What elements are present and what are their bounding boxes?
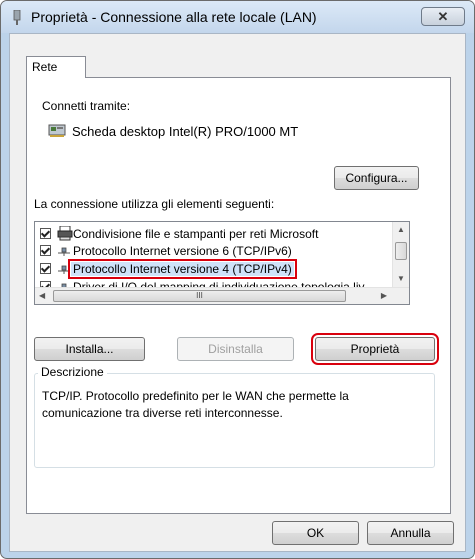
scroll-up-icon[interactable]: ▲ bbox=[397, 225, 405, 234]
window-title: Proprietà - Connessione alla rete locale… bbox=[31, 9, 317, 25]
network-card-icon bbox=[48, 124, 66, 137]
list-item-label: Protocollo Internet versione 6 (TCP/IPv6… bbox=[73, 244, 292, 258]
scroll-right-icon[interactable]: ▶ bbox=[381, 291, 387, 300]
scroll-down-icon[interactable]: ▼ bbox=[397, 274, 405, 283]
properties-dialog: Proprietà - Connessione alla rete locale… bbox=[0, 0, 475, 559]
network-adapter-icon bbox=[13, 10, 21, 25]
components-list[interactable]: Condivisione file e stampanti per reti M… bbox=[34, 221, 410, 305]
tab-rete[interactable]: Rete bbox=[26, 56, 86, 78]
properties-button[interactable]: Proprietà bbox=[311, 333, 439, 365]
checkbox[interactable] bbox=[40, 263, 51, 274]
ok-button[interactable]: OK bbox=[272, 521, 359, 545]
adapter-name: Scheda desktop Intel(R) PRO/1000 MT bbox=[72, 124, 299, 139]
network-protocol-icon bbox=[58, 265, 70, 274]
close-button[interactable]: ✕ bbox=[421, 7, 465, 26]
list-item[interactable]: Condivisione file e stampanti per reti M… bbox=[35, 225, 393, 243]
description-label: Descrizione bbox=[38, 365, 107, 379]
horizontal-scroll-thumb[interactable]: III bbox=[53, 290, 346, 302]
cancel-button[interactable]: Annulla bbox=[367, 521, 454, 545]
list-item[interactable]: Protocollo Internet versione 6 (TCP/IPv6… bbox=[35, 242, 393, 260]
list-item-selected[interactable]: Protocollo Internet versione 4 (TCP/IPv4… bbox=[35, 259, 393, 279]
tab-label: Rete bbox=[32, 60, 58, 74]
connect-via-label: Connetti tramite: bbox=[42, 99, 131, 113]
adapter-field: Scheda desktop Intel(R) PRO/1000 MT bbox=[42, 120, 438, 144]
close-icon: ✕ bbox=[437, 9, 449, 24]
install-button[interactable]: Installa... bbox=[34, 337, 145, 361]
dialog-client-area: Rete Connetti tramite: Scheda desktop In… bbox=[9, 33, 466, 552]
checkbox[interactable] bbox=[40, 245, 51, 256]
checkbox[interactable] bbox=[40, 228, 51, 239]
components-label: La connessione utilizza gli elementi seg… bbox=[34, 197, 275, 211]
uninstall-button[interactable]: Disinstalla bbox=[177, 337, 294, 361]
printer-share-icon bbox=[57, 226, 73, 241]
description-text: TCP/IP. Protocollo predefinito per le WA… bbox=[42, 389, 349, 420]
configure-button[interactable]: Configura... bbox=[334, 166, 419, 190]
network-protocol-icon bbox=[58, 247, 70, 256]
vertical-scrollbar[interactable]: ▲ ▼ bbox=[392, 222, 409, 287]
horizontal-scrollbar[interactable]: ◀ III ▶ bbox=[35, 287, 409, 304]
title-bar[interactable]: Proprietà - Connessione alla rete locale… bbox=[1, 1, 474, 33]
list-item-label: Condivisione file e stampanti per reti M… bbox=[73, 227, 319, 241]
list-item-label: Protocollo Internet versione 4 (TCP/IPv4… bbox=[68, 259, 297, 279]
scroll-left-icon[interactable]: ◀ bbox=[39, 291, 45, 300]
vertical-scroll-thumb[interactable] bbox=[395, 242, 407, 260]
